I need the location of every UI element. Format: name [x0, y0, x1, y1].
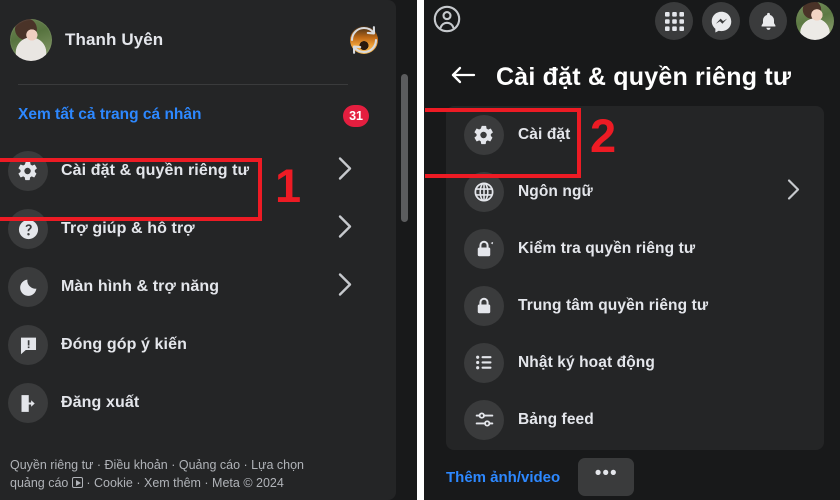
gear-icon	[464, 114, 504, 155]
list-icon	[464, 342, 504, 383]
feedback-icon	[8, 325, 48, 365]
chevron-right-icon	[337, 156, 354, 187]
profile-name: Thanh Uyên	[65, 30, 164, 49]
footer-line-1[interactable]: Quyền riêng tư · Điều khoản · Quảng cáo …	[10, 456, 360, 474]
menu-item-help-support[interactable]: Trợ giúp & hỗ trợ	[0, 200, 396, 258]
menu-item-label: Đăng xuất	[61, 394, 140, 411]
menu-item-activity-log[interactable]: Nhật ký hoạt động	[446, 334, 824, 391]
see-all-profiles-link[interactable]: Xem tất cả trang cá nhân	[18, 106, 201, 124]
footer-line-2-before: quảng cáo	[10, 475, 72, 490]
divider	[18, 84, 348, 85]
profile-row[interactable]: Thanh Uyên	[0, 12, 396, 68]
menu-item-privacy-center[interactable]: Trung tâm quyền riêng tư	[446, 277, 824, 334]
bell-icon[interactable]	[749, 2, 787, 40]
menu-item-language[interactable]: Ngôn ngữ	[446, 163, 824, 220]
messenger-icon[interactable]	[702, 2, 740, 40]
menu-item-privacy-checkup[interactable]: Kiểm tra quyền riêng tư	[446, 220, 824, 277]
screenshot-stage: Thanh Uyên Xem tất cả trang cá nhân 31 C…	[0, 0, 840, 500]
menu-item-label: Bảng feed	[518, 410, 594, 428]
menu-item-label: Trung tâm quyền riêng tư	[518, 296, 709, 314]
composer-footer: Thêm ảnh/video •••	[424, 454, 840, 500]
profile-switch-icon[interactable]	[346, 22, 382, 58]
chevron-right-icon	[337, 272, 354, 303]
menu-item-label: Trợ giúp & hỗ trợ	[61, 220, 195, 237]
footer-line-2[interactable]: quảng cáo · Cookie · Xem thêm · Meta © 2…	[10, 474, 360, 492]
settings-header: Cài đặt & quyền riêng tư	[424, 54, 840, 100]
menu-item-logout[interactable]: Đăng xuất	[0, 374, 396, 432]
menu-item-label: Kiểm tra quyền riêng tư	[518, 239, 696, 257]
sliders-icon	[464, 399, 504, 440]
vertical-scrollbar[interactable]	[401, 74, 408, 222]
menu-item-feed-preferences[interactable]: Bảng feed	[446, 391, 824, 448]
settings-menu-card: Cài đặt Ngôn ngữ Kiểm tra quyền riêng tư…	[446, 106, 824, 450]
top-navigation-bar	[424, 0, 840, 42]
panel-divider	[417, 0, 424, 500]
chevron-right-icon	[786, 177, 802, 206]
annotation-number-2: 2	[590, 109, 617, 162]
top-right-actions	[655, 2, 840, 40]
logout-icon	[8, 383, 48, 423]
menu-item-label: Nhật ký hoạt động	[518, 353, 655, 371]
menu-item-label: Màn hình & trợ năng	[61, 278, 220, 295]
notification-badge: 31	[343, 105, 369, 127]
add-photo-video-button[interactable]: Thêm ảnh/video	[446, 469, 560, 486]
back-arrow-icon[interactable]	[450, 65, 476, 90]
avatar	[10, 19, 52, 61]
footer-line-2-after: · Cookie · Xem thêm · Meta © 2024	[82, 475, 284, 490]
left-footer-links: Quyền riêng tư · Điều khoản · Quảng cáo …	[10, 456, 360, 492]
right-panel: Cài đặt & quyền riêng tư Cài đặt Ngôn ng…	[424, 0, 840, 500]
menu-item-display-accessibility[interactable]: Màn hình & trợ năng	[0, 258, 396, 316]
annotation-number-1: 1	[275, 159, 302, 212]
gear-icon	[8, 151, 48, 191]
ellipsis-icon[interactable]: •••	[578, 458, 635, 496]
friends-circle-icon[interactable]	[432, 4, 462, 39]
menu-item-settings[interactable]: Cài đặt	[446, 106, 824, 163]
left-panel: Thanh Uyên Xem tất cả trang cá nhân 31 C…	[0, 0, 417, 500]
page-title: Cài đặt & quyền riêng tư	[496, 62, 792, 91]
question-circle-icon	[8, 209, 48, 249]
menu-item-label: Cài đặt & quyền riêng tư	[61, 162, 250, 179]
chevron-right-icon	[337, 214, 354, 245]
ad-choices-icon	[71, 476, 83, 488]
menu-item-feedback[interactable]: Đóng góp ý kiến	[0, 316, 396, 374]
avatar[interactable]	[796, 2, 834, 40]
globe-icon	[464, 171, 504, 212]
app-grid-icon[interactable]	[655, 2, 693, 40]
menu-item-label: Cài đặt	[518, 125, 571, 143]
left-menu-list: Cài đặt & quyền riêng tư Trợ giúp & hỗ t…	[0, 142, 396, 432]
menu-item-label: Ngôn ngữ	[518, 182, 593, 200]
menu-item-settings-privacy[interactable]: Cài đặt & quyền riêng tư	[0, 142, 396, 200]
moon-icon	[8, 267, 48, 307]
menu-item-label: Đóng góp ý kiến	[61, 336, 187, 353]
lock-icon	[464, 285, 504, 326]
lock-check-icon	[464, 228, 504, 269]
